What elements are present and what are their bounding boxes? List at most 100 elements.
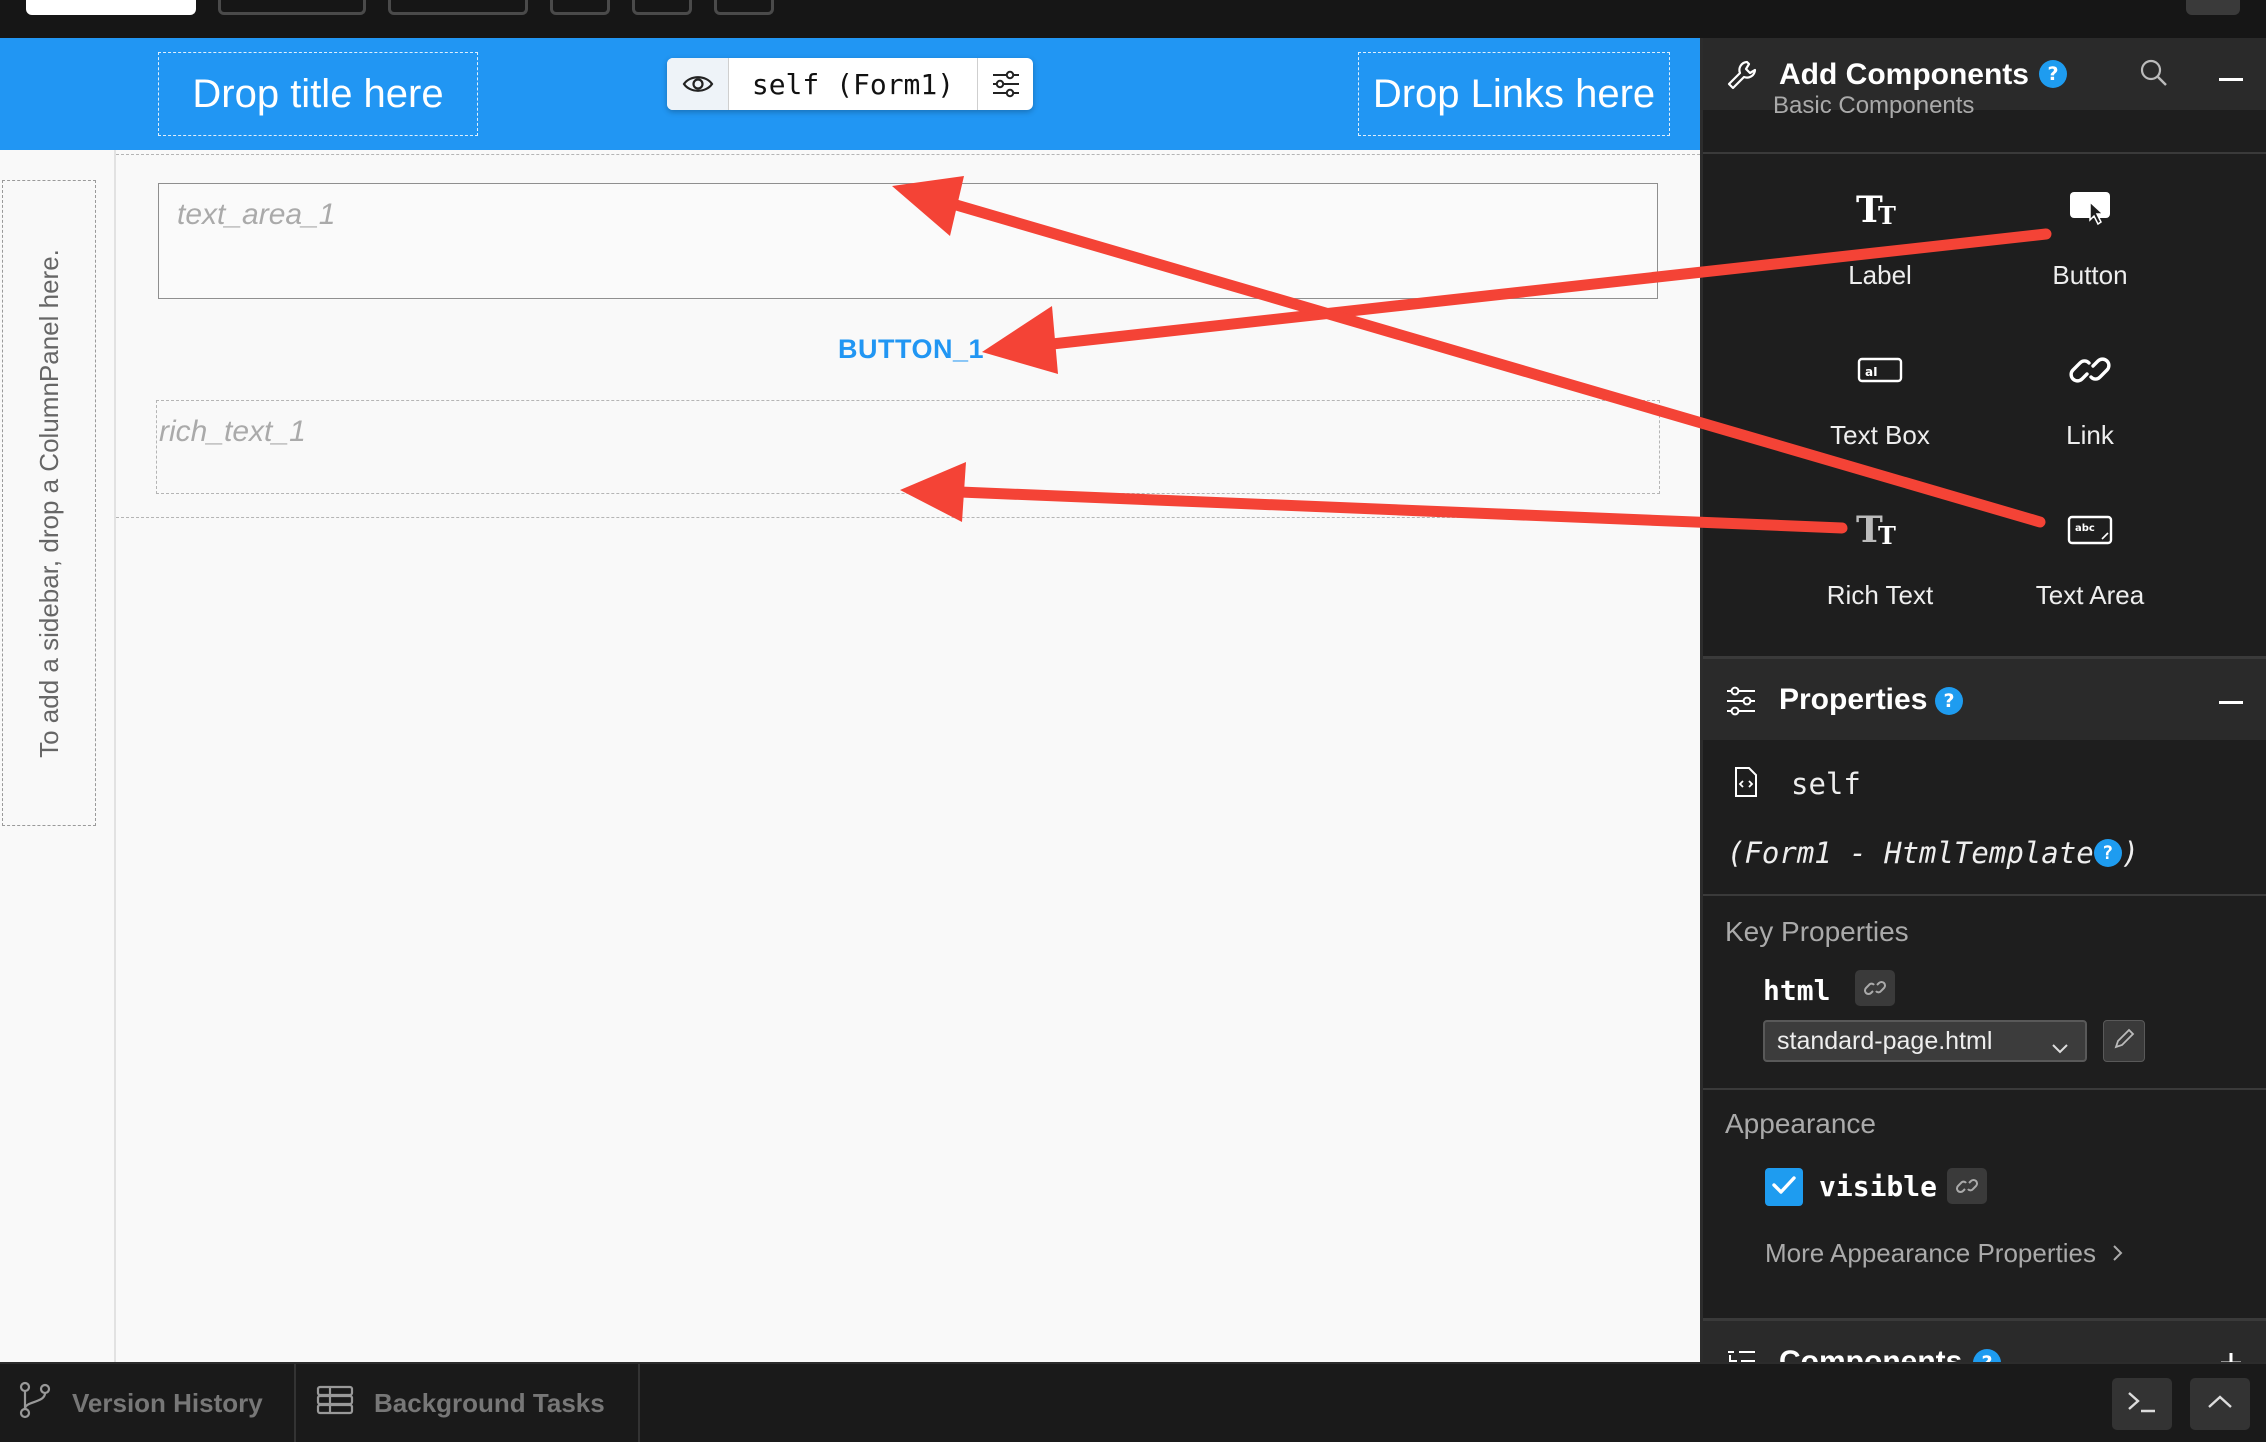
form-selector-pill[interactable]: self (Form1) [667, 58, 1033, 110]
top-right-button[interactable] [2186, 0, 2240, 15]
palette-textbox-text: Text Box [1830, 420, 1930, 450]
palette-label-text: Label [1848, 260, 1912, 290]
sliders-icon[interactable] [977, 58, 1033, 110]
pencil-icon [2113, 1028, 2135, 1054]
version-history-label: Version History [72, 1387, 263, 1418]
self-label: self [1791, 767, 1861, 801]
palette-item-textbox[interactable]: aI Text Box [1785, 340, 1975, 480]
button-component[interactable]: BUTTON_1 [838, 334, 984, 365]
file-code-icon [1733, 766, 1759, 802]
search-icon[interactable] [2139, 58, 2169, 92]
background-tasks-button[interactable]: Background Tasks [296, 1364, 640, 1442]
add-components-header[interactable]: Basic Components Add Components ? [1703, 38, 2266, 119]
version-history-button[interactable]: Version History [0, 1364, 296, 1442]
form-description-text: (Form1 - HtmlTemplate [1727, 836, 2094, 870]
background-tasks-label: Background Tasks [374, 1387, 605, 1418]
properties-sliders-icon [1725, 685, 1759, 719]
right-panel: Basic Components Add Components ? TT Lab… [1700, 38, 2266, 1362]
page-header: Drop title here self (Form1) Drop Links … [0, 38, 1700, 150]
sidebar-drop-zone[interactable]: To add a sidebar, drop a ColumnPanel her… [2, 180, 96, 826]
expand-panel-button[interactable] [2190, 1378, 2250, 1430]
edit-html-button[interactable] [2103, 1020, 2145, 1062]
visible-data-binding-icon[interactable] [1947, 1168, 1987, 1204]
html-template-select[interactable]: standard-page.html [1763, 1020, 2087, 1062]
tree-list-icon [1725, 1347, 1759, 1362]
collapse-add-components-icon[interactable] [2219, 78, 2243, 81]
more-appearance-text: More Appearance Properties [1765, 1238, 2096, 1268]
text-area-component[interactable]: text_area_1 [158, 183, 1658, 299]
more-appearance-link[interactable]: More Appearance Properties [1765, 1238, 2123, 1269]
html-template-help-icon[interactable]: ? [2093, 839, 2122, 867]
top-tab-3[interactable] [388, 0, 528, 15]
terminal-icon [2126, 1389, 2158, 1419]
form-description: (Form1 - HtmlTemplate?) [1727, 836, 2139, 871]
label-icon: TT [1856, 180, 1904, 240]
self-row: self [1733, 766, 1861, 802]
appearance-label: Appearance [1725, 1108, 1877, 1139]
form-selector-label: self (Form1) [751, 67, 955, 101]
drop-links-slot[interactable]: Drop Links here [1358, 52, 1670, 136]
bottom-bar: Version History Background Tasks [0, 1362, 2266, 1442]
sidebar-hint: To add a sidebar, drop a ColumnPanel her… [33, 248, 64, 758]
html-property-name: html [1763, 974, 1831, 1007]
properties-help-icon[interactable]: ? [1935, 687, 1963, 715]
palette-item-label[interactable]: TT Label [1785, 180, 1975, 320]
chevron-down-icon [2051, 1033, 2069, 1062]
top-tab-5[interactable] [632, 0, 692, 15]
rich-text-component[interactable]: rich_text_1 [156, 400, 1660, 494]
divider [1703, 152, 2266, 154]
palette-item-link[interactable]: Link [1995, 340, 2185, 480]
terminal-button[interactable] [2112, 1378, 2172, 1430]
expand-components-icon[interactable] [2219, 1351, 2243, 1362]
key-properties-label: Key Properties [1725, 916, 1909, 947]
svg-text:T: T [1878, 201, 1896, 230]
textbox-icon: aI [1856, 340, 1904, 400]
divider [1703, 894, 2266, 896]
html-data-binding-icon[interactable] [1855, 970, 1895, 1006]
top-tab-2[interactable] [218, 0, 366, 15]
richtext-icon: TT [1856, 500, 1904, 560]
checkmark-icon [1771, 1174, 1797, 1200]
palette-richtext-text: Rich Text [1826, 580, 1934, 610]
top-toolbar [0, 0, 2266, 38]
svg-text:abc: abc [2075, 523, 2095, 534]
top-tab-6[interactable] [714, 0, 774, 15]
tasks-icon [316, 1384, 354, 1423]
divider [1703, 1088, 2266, 1090]
git-branch-icon [18, 1381, 52, 1426]
html-template-value: standard-page.html [1777, 1026, 1993, 1055]
svg-text:T: T [1878, 521, 1896, 550]
palette-link-text: Link [2066, 420, 2114, 450]
textarea-icon: abc [2066, 500, 2114, 560]
palette-item-richtext[interactable]: TT Rich Text [1785, 500, 1975, 640]
link-icon [2067, 340, 2113, 400]
designer-canvas[interactable]: Drop title here self (Form1) Drop Links … [0, 38, 1700, 1362]
components-help-icon[interactable]: ? [1973, 1349, 2001, 1362]
text-area-placeholder: text_area_1 [177, 198, 336, 231]
palette-textarea-text: Text Area [2035, 580, 2145, 610]
visible-checkbox[interactable] [1765, 1168, 1803, 1206]
wrench-icon [1725, 58, 1759, 92]
button-icon [2066, 180, 2114, 240]
drop-title-slot[interactable]: Drop title here [158, 52, 478, 136]
top-tab-design[interactable] [26, 0, 196, 15]
properties-header[interactable]: Properties ? [1703, 656, 2266, 740]
eye-icon[interactable] [667, 58, 729, 110]
chevron-up-icon [2207, 1394, 2233, 1414]
top-tab-4[interactable] [550, 0, 610, 15]
palette-button-text: Button [2052, 260, 2128, 290]
visible-property-name: visible [1819, 1170, 1938, 1203]
form-description-close: ) [2121, 836, 2140, 870]
add-components-title: Add Components [1779, 58, 2029, 91]
chevron-right-icon [2111, 1238, 2123, 1269]
palette-item-button[interactable]: Button [1995, 180, 2185, 320]
rich-text-placeholder: rich_text_1 [159, 415, 306, 448]
properties-title: Properties [1779, 682, 1928, 716]
components-title: Components [1779, 1344, 1963, 1363]
svg-text:aI: aI [1865, 365, 1878, 379]
basic-components-subheading[interactable]: Basic Components [1773, 92, 1974, 120]
add-components-help-icon[interactable]: ? [2039, 60, 2067, 88]
collapse-properties-icon[interactable] [2219, 701, 2243, 704]
palette-item-textarea[interactable]: abc Text Area [1995, 500, 2185, 640]
components-header[interactable]: Components ? [1703, 1318, 2266, 1362]
